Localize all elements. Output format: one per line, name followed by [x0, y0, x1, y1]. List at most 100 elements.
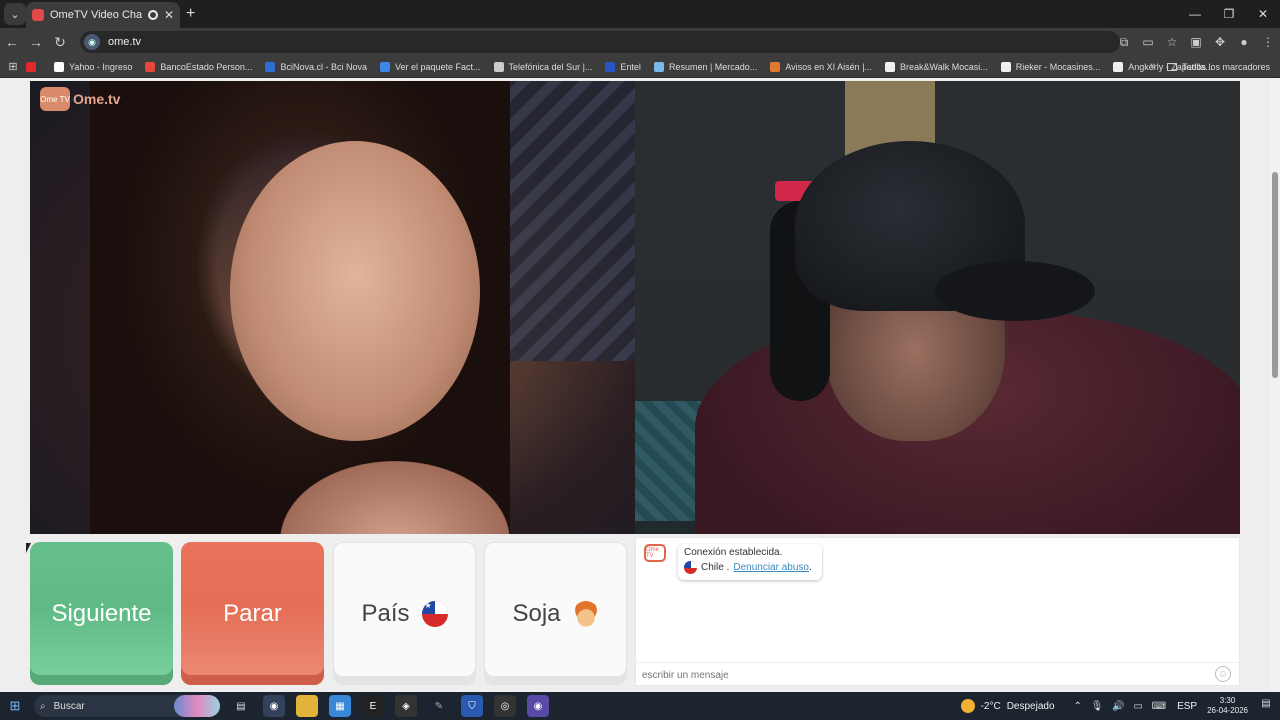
volume-icon[interactable]: 🔊 — [1112, 701, 1124, 712]
bookmark-favicon-icon — [379, 61, 390, 72]
notifications-icon[interactable]: ▤ — [1258, 698, 1274, 714]
bookmark-favicon-icon — [653, 61, 664, 72]
more-bookmarks-icon[interactable]: » — [1150, 60, 1156, 72]
menu-kebab-icon[interactable]: ⋮ — [1256, 35, 1280, 49]
weather-condition: Despejado — [1006, 700, 1055, 712]
bookmark-item[interactable]: Break&Walk Mocasi... — [885, 61, 988, 72]
tray-icons: ⌃ 🎙 🔊 ▭ ⌨ — [1071, 701, 1170, 712]
gender-filter-button[interactable]: Soja — [484, 542, 627, 685]
reload-button[interactable]: ↻ — [48, 34, 72, 51]
weather-sun-icon — [960, 699, 975, 713]
chat-message-input[interactable] — [642, 667, 1202, 683]
stop-button[interactable]: Parar — [181, 542, 324, 685]
extensions-puzzle-icon[interactable]: ✥ — [1208, 35, 1232, 49]
cap-visor — [935, 261, 1095, 321]
mouse-cursor-icon — [26, 543, 36, 553]
recording-indicator-icon — [147, 10, 158, 20]
window-controls: — ❐ ✕ — [1178, 0, 1280, 28]
bookmark-item[interactable]: BancoEstado Person... — [145, 61, 252, 72]
partner-country: Chile . — [701, 562, 730, 573]
keyboard-icon[interactable]: ⌨ — [1152, 701, 1166, 712]
scrollbar-thumb[interactable] — [1272, 172, 1278, 378]
next-button-label: Siguiente — [51, 599, 152, 627]
person-face — [230, 141, 480, 441]
bookmark-label: Break&Walk Mocasi... — [900, 61, 988, 72]
report-abuse-link[interactable]: Denunciar abuso — [733, 562, 809, 573]
close-window-button[interactable]: ✕ — [1246, 0, 1280, 28]
tab-strip: ⌄ OmeTV Video Chat — Alte ✕ + — ❐ ✕ — [0, 0, 1280, 28]
bookmark-youtube-icon[interactable] — [26, 61, 41, 72]
translate-icon[interactable]: ⧉ — [1112, 35, 1136, 50]
streaming-app-icon[interactable]: ◈ — [395, 695, 417, 717]
apps-grid-icon[interactable]: ⊞ — [0, 60, 26, 73]
chrome-alt-icon[interactable]: ◉ — [527, 695, 549, 717]
store-icon[interactable]: ▦ — [329, 695, 351, 717]
tab-title: OmeTV Video Chat — Alte — [50, 9, 142, 21]
ometv-logo-text: Ome.tv — [73, 91, 121, 107]
bookmark-favicon-icon — [1113, 61, 1124, 72]
tab-close-icon[interactable]: ✕ — [164, 8, 174, 22]
language-indicator[interactable]: ESP — [1177, 701, 1197, 712]
network-icon[interactable]: ▭ — [1133, 701, 1142, 712]
chrome-icon[interactable]: ◉ — [263, 695, 285, 717]
minimize-button[interactable]: — — [1178, 0, 1212, 28]
gender-button-label: Soja — [512, 599, 561, 627]
bookmark-item[interactable]: Avisos en XI Aisén |... — [770, 61, 873, 72]
country-filter-button[interactable]: País ★ — [333, 542, 476, 685]
shield-icon[interactable]: ⛉ — [461, 695, 483, 717]
bookmark-item[interactable]: BciNova.cl - Bci Nova — [265, 61, 367, 72]
site-info-icon[interactable]: ◉ — [84, 34, 100, 50]
chile-flag-icon — [684, 561, 697, 574]
new-tab-button[interactable]: + — [186, 5, 195, 23]
bookmark-item[interactable]: Resumen | Mercado... — [653, 61, 757, 72]
bookmark-favicon-icon — [54, 61, 64, 72]
chat-ometv-logo-icon: Ome TV — [644, 544, 666, 562]
ometv-favicon-icon — [32, 9, 44, 21]
browser-tab[interactable]: OmeTV Video Chat — Alte ✕ — [26, 2, 180, 28]
page-scrollbar[interactable] — [1270, 78, 1280, 690]
bookmark-label: Entel — [620, 61, 641, 72]
epic-games-icon[interactable]: E — [362, 695, 384, 717]
bookmark-item[interactable]: Telefónica del Sur |... — [493, 61, 592, 72]
bookmark-item[interactable]: Rieker - Mocasines... — [1000, 61, 1100, 72]
bookmark-label: Avisos en XI Aisén |... — [785, 61, 873, 72]
clock-time: 3:30 — [1219, 696, 1236, 705]
next-button[interactable]: Siguiente — [30, 542, 173, 685]
system-message: Conexión establecida. Chile . Denunciar … — [678, 544, 822, 580]
extension-icon[interactable]: ▣ — [1184, 35, 1208, 49]
task-view-icon[interactable]: ▤ — [230, 695, 252, 717]
bookmark-label: BciNova.cl - Bci Nova — [280, 61, 367, 72]
tab-search-button[interactable]: ⌄ — [4, 3, 26, 25]
bookmark-favicon-icon — [265, 61, 276, 72]
file-explorer-icon[interactable] — [296, 695, 318, 717]
emoji-picker-icon[interactable]: ☺ — [1215, 666, 1231, 682]
chevron-up-icon[interactable]: ⌃ — [1074, 701, 1082, 712]
taskbar-apps: ▤ ◉ ▦ E ◈ ✎ ⛉ ◎ ◉ — [230, 695, 560, 717]
bookmarks-bar: ⊞ Yahoo - Ingreso BancoEstado Person... Bc… — [0, 56, 1280, 78]
restore-button[interactable]: ❐ — [1212, 0, 1246, 28]
chat-panel: Ome TV Conexión establecida. Chile . Den… — [635, 537, 1240, 686]
profile-avatar[interactable]: ● — [1232, 35, 1256, 49]
bookmark-favicon-icon — [605, 61, 616, 72]
recording-app-icon[interactable]: ◎ — [494, 695, 516, 717]
connection-status: Conexión establecida. — [684, 547, 783, 558]
microphone-icon[interactable]: 🎙 — [1091, 701, 1104, 712]
cast-icon[interactable]: ▭ — [1136, 35, 1160, 49]
game-app-icon[interactable]: ✎ — [428, 695, 450, 717]
self-video — [635, 81, 1240, 534]
taskbar-search[interactable]: ⌕ Buscar — [34, 695, 220, 717]
windows-start-icon[interactable]: ⊞ — [0, 698, 30, 714]
bookmark-item[interactable]: Yahoo - Ingreso — [54, 61, 132, 72]
back-button[interactable]: ← — [0, 34, 24, 50]
bookmark-item[interactable]: Entel — [605, 61, 641, 72]
bookmark-favicon-icon — [885, 61, 896, 72]
bookmark-item[interactable]: Ver el paquete Fact... — [379, 61, 481, 72]
clock[interactable]: 3:30 26-04-2026 — [1207, 696, 1248, 716]
forward-button[interactable]: → — [24, 34, 48, 50]
toolbar-actions: ⧉ ▭ ☆ ▣ ✥ ● ⋮ — [1112, 28, 1280, 56]
address-bar[interactable]: ◉ ome.tv — [80, 31, 1120, 53]
bookmark-star-icon[interactable]: ☆ — [1160, 35, 1184, 49]
all-bookmarks[interactable]: Todos los marcadores — [1166, 56, 1270, 78]
weather-widget[interactable]: -2°C Despejado — [960, 699, 1055, 713]
search-icon: ⌕ — [40, 700, 46, 712]
